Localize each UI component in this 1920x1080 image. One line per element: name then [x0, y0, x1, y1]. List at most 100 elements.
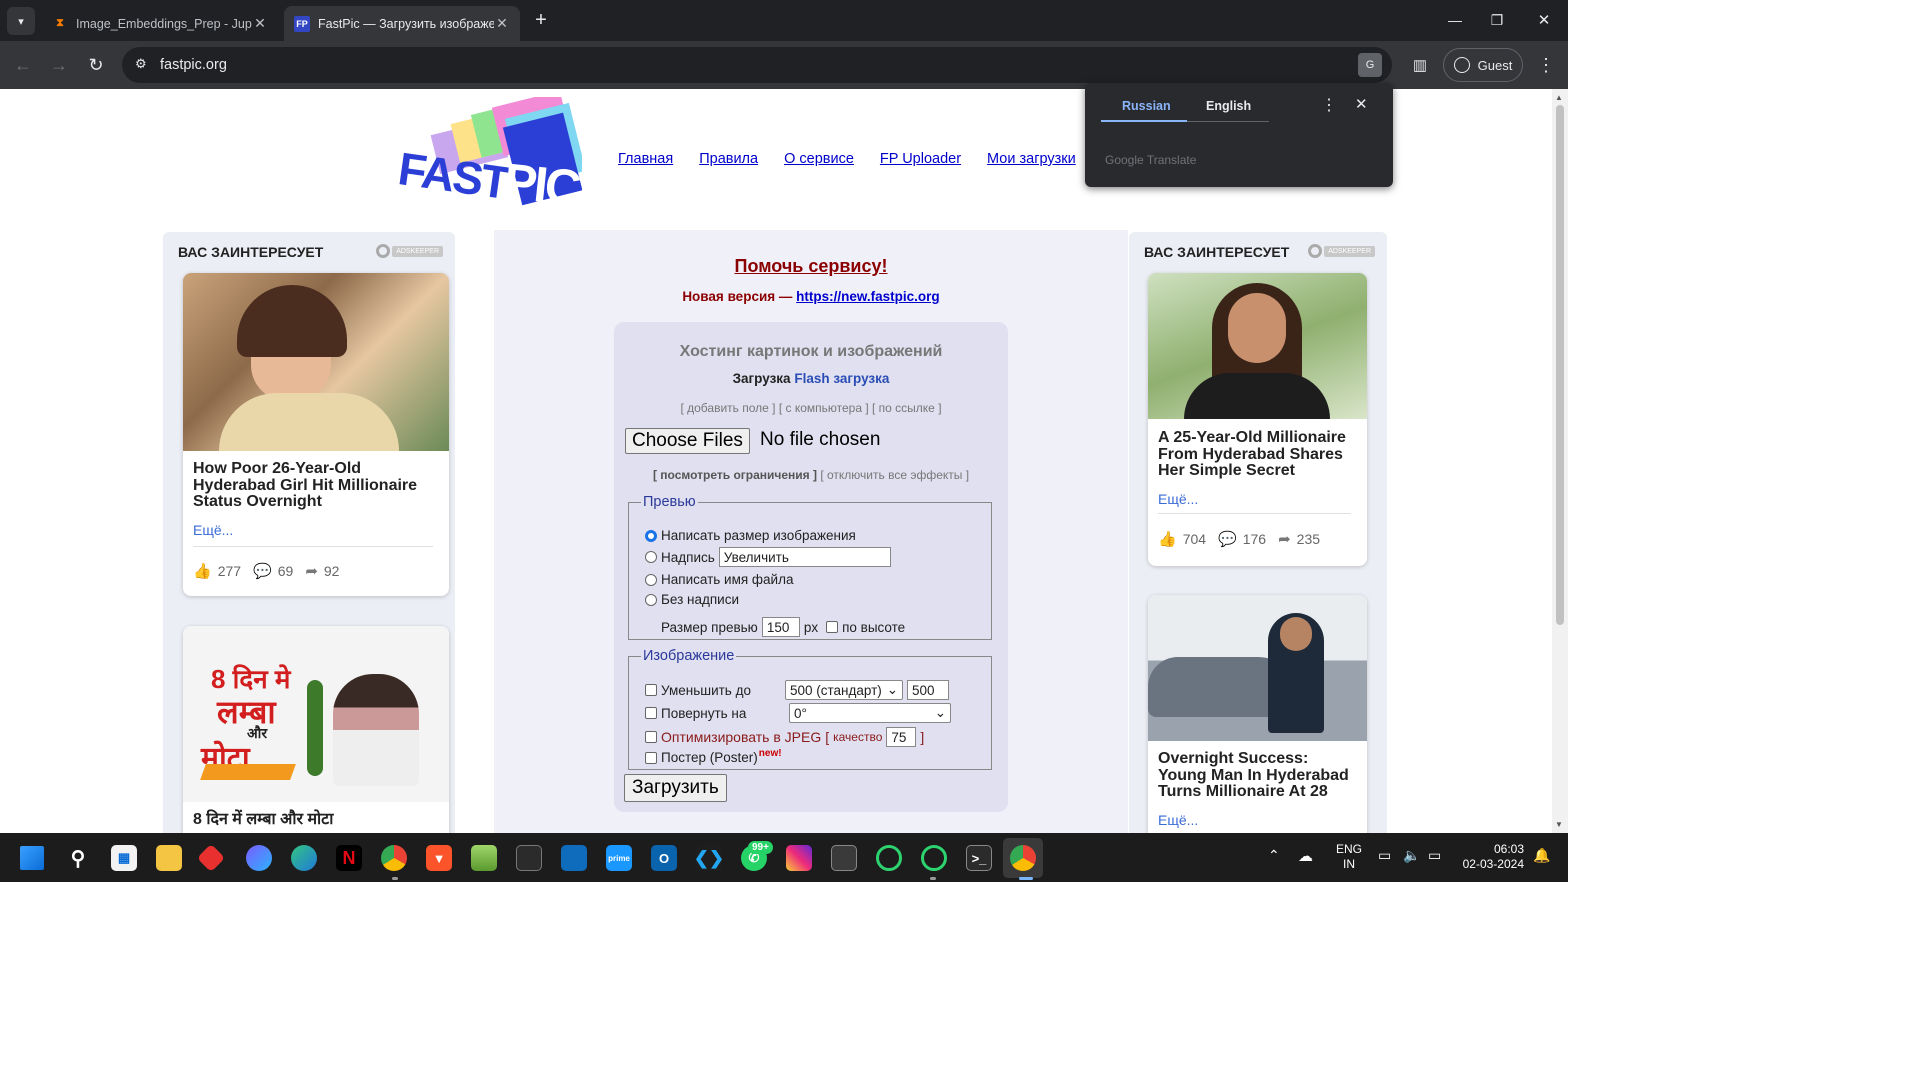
clock[interactable]: 06:03 02-03-2024 — [1458, 842, 1524, 872]
ad-title[interactable]: 8 दिन में लम्बा और मोटा — [193, 811, 437, 829]
copilot-icon[interactable] — [246, 845, 272, 871]
rotate-select[interactable]: 0° ⌄ — [789, 703, 951, 723]
tab-search-button[interactable]: ▾ — [7, 7, 35, 35]
preview-option-none[interactable]: Без надписи — [645, 592, 739, 607]
new-version-link[interactable]: https://new.fastpic.org — [796, 289, 940, 304]
display-icon[interactable]: ▭ — [1378, 847, 1391, 864]
ad-card[interactable]: A 25-Year-Old Millionaire From Hyderabad… — [1148, 273, 1367, 566]
media-player-icon[interactable] — [831, 845, 857, 871]
profile-button[interactable]: Guest — [1443, 48, 1523, 82]
field-links[interactable]: [ добавить поле ] [ с компьютера ] [ по … — [614, 401, 1008, 415]
scroll-down-icon[interactable]: ▼ — [1555, 820, 1563, 829]
sync-circle-icon-2[interactable] — [921, 845, 947, 871]
ad-more-link[interactable]: Ещё... — [1158, 812, 1198, 828]
close-icon[interactable]: ✕ — [1355, 95, 1368, 113]
file-explorer-icon[interactable] — [156, 845, 182, 871]
radio[interactable] — [645, 551, 657, 563]
ad-title[interactable]: How Poor 26-Year-Old Hyderabad Girl Hit … — [193, 460, 437, 511]
preview-size-input[interactable]: 150 — [761, 617, 800, 637]
back-arrow-icon[interactable]: ← — [9, 51, 37, 79]
preview-option-caption[interactable]: Надпись Увеличить — [645, 547, 891, 567]
tray-chevron-icon[interactable]: ⌃ — [1268, 847, 1280, 864]
scroll-thumb[interactable] — [1556, 105, 1564, 625]
help-service-link[interactable]: Помочь сервису! — [494, 256, 1128, 277]
outlook-icon[interactable]: O — [651, 845, 677, 871]
radio[interactable] — [645, 593, 657, 606]
nav-about[interactable]: О сервисе — [784, 151, 854, 167]
battery-icon[interactable]: ▭ — [1428, 847, 1441, 864]
by-height-checkbox[interactable] — [826, 621, 839, 633]
resize-checkbox[interactable] — [645, 684, 657, 696]
ad-image-woman[interactable] — [183, 273, 449, 451]
chrome-icon[interactable] — [381, 845, 407, 871]
nav-rules[interactable]: Правила — [699, 151, 758, 167]
mode-flash[interactable]: Flash загрузка — [794, 371, 889, 386]
lang-russian-tab[interactable]: Russian — [1122, 99, 1171, 113]
prime-video-icon[interactable]: prime — [606, 845, 632, 871]
ad-card[interactable]: How Poor 26-Year-Old Hyderabad Girl Hit … — [183, 273, 449, 596]
quality-input[interactable]: 75 — [886, 727, 917, 747]
page-scrollbar[interactable]: ▲ ▼ — [1552, 89, 1568, 833]
widgets-icon[interactable]: ▦ — [111, 845, 137, 871]
caption-input[interactable]: Увеличить — [718, 547, 891, 567]
side-panel-icon[interactable]: ▥ — [1406, 51, 1434, 79]
scroll-up-icon[interactable]: ▲ — [1555, 93, 1563, 102]
close-tab-icon[interactable]: ✕ — [252, 15, 268, 32]
rotate-checkbox[interactable] — [645, 707, 657, 719]
poster-checkbox[interactable] — [645, 751, 657, 764]
close-tab-icon[interactable]: ✕ — [494, 15, 510, 32]
ad-title[interactable]: A 25-Year-Old Millionaire From Hyderabad… — [1158, 429, 1355, 480]
app-red-diamond-icon[interactable] — [196, 843, 226, 873]
lang-english-tab[interactable]: English — [1206, 99, 1251, 113]
sync-circle-icon[interactable] — [876, 845, 902, 871]
radio[interactable] — [645, 573, 657, 586]
upload-submit-button[interactable]: Загрузить — [624, 774, 727, 802]
minimize-icon[interactable]: — — [1441, 6, 1469, 34]
notification-bell-icon[interactable]: 🔔 — [1533, 847, 1550, 864]
resize-select[interactable]: 500 (стандарт) ⌄ — [785, 680, 903, 700]
vscode-icon[interactable]: ❮❯ — [694, 845, 724, 871]
chrome-active-icon[interactable] — [1003, 838, 1043, 878]
tab-jupyter[interactable]: ⧗ Image_Embeddings_Prep - Jupyter ✕ — [42, 6, 278, 41]
adskeeper-badge[interactable]: ADSKEEPER — [376, 244, 443, 258]
preview-option-filename[interactable]: Написать имя файла — [645, 572, 793, 587]
ad-card[interactable]: Overnight Success: Young Man In Hyderaba… — [1148, 595, 1367, 833]
image-viewer-icon[interactable] — [471, 845, 497, 871]
ad-image-hindi[interactable]: 8 दिन मे लम्बा और मोटा — [183, 626, 449, 802]
adskeeper-badge[interactable]: ADSKEEPER — [1308, 244, 1375, 258]
windows-start-icon[interactable] — [20, 846, 44, 870]
store-icon[interactable] — [561, 845, 587, 871]
reload-icon[interactable]: ↻ — [82, 51, 110, 79]
ad-card[interactable]: 8 दिन मे लम्बा और मोटा 8 दिन में लम्बा औ… — [183, 626, 449, 833]
view-limits-link[interactable]: [ посмотреть ограничения ] — [653, 468, 817, 482]
site-info-icon[interactable]: ⚙ — [135, 56, 147, 72]
instagram-icon[interactable] — [786, 845, 812, 871]
close-window-icon[interactable]: ✕ — [1530, 6, 1558, 34]
terminal-icon[interactable] — [516, 845, 542, 871]
ad-image-man-car[interactable] — [1148, 595, 1367, 741]
menu-kebab-icon[interactable]: ⋮ — [1532, 51, 1560, 79]
edge-icon[interactable] — [291, 845, 317, 871]
choose-files-button[interactable]: Choose Files — [625, 428, 750, 454]
new-tab-button[interactable]: + — [527, 6, 555, 34]
disable-effects-link[interactable]: [ отключить все эффекты ] — [820, 468, 969, 482]
more-options-icon[interactable]: ⋮ — [1321, 95, 1337, 115]
nav-my-uploads[interactable]: Мои загрузки — [987, 151, 1076, 167]
speaker-muted-icon[interactable]: 🔈 — [1403, 847, 1420, 864]
optimize-checkbox[interactable] — [645, 731, 657, 743]
ad-more-link[interactable]: Ещё... — [193, 522, 233, 538]
mode-upload[interactable]: Загрузка — [733, 371, 791, 386]
nav-uploader[interactable]: FP Uploader — [880, 151, 961, 167]
language-indicator[interactable]: ENG IN — [1336, 842, 1362, 872]
translate-icon[interactable]: G — [1358, 53, 1382, 77]
fastpic-logo[interactable]: FAST PIC — [395, 90, 586, 217]
netflix-icon[interactable]: N — [336, 845, 362, 871]
resize-input[interactable]: 500 — [907, 680, 949, 700]
terminal-admin-icon[interactable]: >_ — [966, 845, 992, 871]
cloud-icon[interactable]: ☁ — [1298, 847, 1313, 865]
search-icon[interactable]: ⚲ — [65, 845, 91, 871]
brave-icon[interactable]: ▼ — [426, 845, 452, 871]
restore-icon[interactable]: ❐ — [1483, 6, 1511, 34]
ad-image-woman[interactable] — [1148, 273, 1367, 419]
radio-checked[interactable] — [645, 529, 657, 542]
